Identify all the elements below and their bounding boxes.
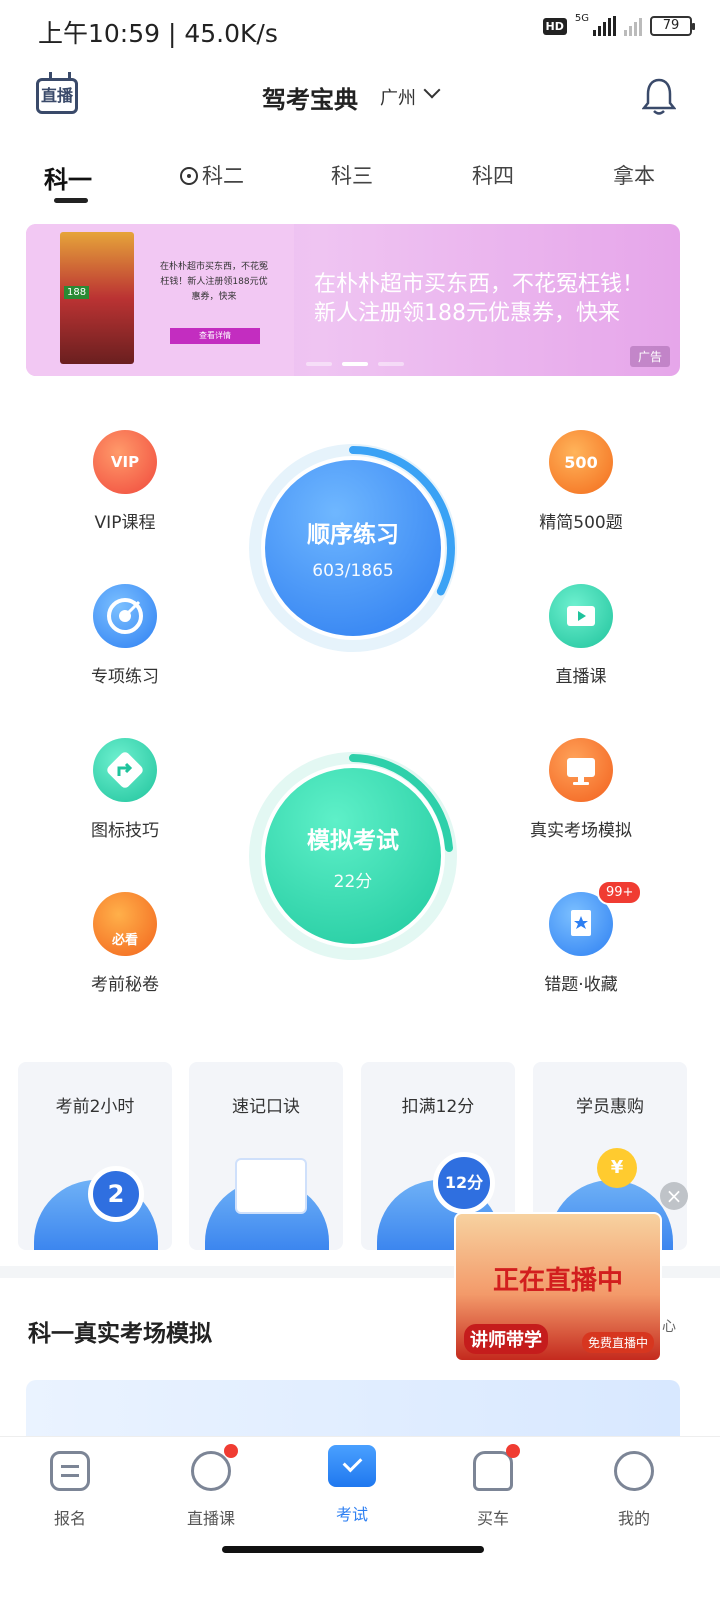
status-bar: 上午10:59 | 45.0K/s HD 5G 79 bbox=[0, 0, 720, 64]
banner-mini-button: 查看详情 bbox=[170, 328, 260, 344]
live-tv-icon[interactable]: 直播 bbox=[36, 78, 78, 114]
tab-indicator bbox=[54, 198, 88, 203]
nav-live-class[interactable]: 直播课 bbox=[161, 1444, 261, 1529]
tv-icon bbox=[191, 1444, 238, 1491]
tab-ke2[interactable]: 科二 bbox=[180, 160, 244, 190]
500-questions-icon: 500 bbox=[549, 430, 613, 494]
close-icon[interactable]: × bbox=[660, 1182, 688, 1210]
status-time: 上午10:59 | 45.0K/s bbox=[38, 19, 278, 48]
floating-live-widget[interactable]: 正在直播中 讲师带学 免费直播中 bbox=[454, 1212, 662, 1362]
nav-mine[interactable]: 我的 bbox=[584, 1451, 684, 1529]
exam-folder-icon bbox=[328, 1445, 376, 1487]
wrong-count-badge: 99+ bbox=[597, 880, 643, 905]
special-practice[interactable]: 专项练习 bbox=[55, 584, 195, 687]
sign-tips[interactable]: 图标技巧 bbox=[55, 738, 195, 841]
steering-wheel-icon bbox=[180, 167, 198, 185]
city-selector[interactable]: 广州 bbox=[380, 84, 416, 110]
vip-course[interactable]: VIP VIP课程 bbox=[55, 430, 195, 533]
app-header: 直播 驾考宝典 广州 bbox=[0, 70, 720, 126]
star-bookmark-icon: 99+ bbox=[549, 880, 643, 956]
tab-ke4[interactable]: 科四 bbox=[472, 160, 514, 190]
food-image: 188 bbox=[60, 232, 134, 364]
mock-exam-button[interactable]: 模拟考试 22分 bbox=[265, 768, 441, 944]
section-title: 科一真实考场模拟 bbox=[28, 1321, 212, 1347]
car-icon bbox=[473, 1444, 520, 1491]
form-icon bbox=[50, 1451, 90, 1491]
monitor-icon bbox=[549, 738, 613, 802]
hd-icon: HD bbox=[542, 17, 567, 35]
bottom-nav: 报名 直播课 考试 买车 我的 bbox=[0, 1436, 720, 1600]
signal-icon bbox=[593, 16, 616, 36]
ad-label: 广告 bbox=[629, 346, 670, 367]
banner-mini-text: 在朴朴超市买东西，不花冤枉钱！新人注册领188元优惠券，快来 bbox=[159, 262, 268, 302]
nav-buy-car[interactable]: 买车 bbox=[443, 1444, 543, 1529]
road-sign-icon bbox=[93, 738, 157, 802]
wrong-favorites[interactable]: 99+ 错题·收藏 bbox=[511, 880, 651, 995]
banner-preview: 188 在朴朴超市买东西，不花冤枉钱！新人注册领188元优惠券，快来 查看详情 bbox=[26, 224, 294, 376]
tab-ke3[interactable]: 科三 bbox=[331, 160, 373, 190]
nav-car-dot bbox=[506, 1444, 520, 1458]
clipboard-icon: 必看 bbox=[93, 892, 157, 956]
section-more-link[interactable]: 心 bbox=[662, 1316, 676, 1336]
simple-500[interactable]: 500 精简500题 bbox=[511, 430, 651, 533]
card-mnemonics[interactable]: 速记口诀 bbox=[189, 1062, 343, 1250]
signal-2-icon bbox=[624, 16, 642, 36]
nav-live-dot bbox=[224, 1444, 238, 1458]
stopwatch-icon: 2 bbox=[88, 1166, 144, 1222]
live-class[interactable]: 直播课 bbox=[511, 584, 651, 687]
nav-signup[interactable]: 报名 bbox=[20, 1451, 120, 1529]
sequential-practice-button[interactable]: 顺序练习 603/1865 bbox=[265, 460, 441, 636]
card-2-hours[interactable]: 考前2小时 2 bbox=[18, 1062, 172, 1250]
network-type: 5G bbox=[574, 12, 589, 24]
app-title: 驾考宝典 bbox=[262, 86, 358, 114]
banner-text: 在朴朴超市买东西，不花冤枉钱！ 新人注册领188元优惠券，快来 bbox=[314, 272, 645, 326]
yuan-coin-icon: ¥ bbox=[597, 1148, 637, 1188]
home-indicator bbox=[222, 1546, 484, 1553]
pre-exam-paper[interactable]: 必看 考前秘卷 bbox=[55, 892, 195, 995]
target-icon bbox=[93, 584, 157, 648]
tab-license[interactable]: 拿本 bbox=[613, 160, 655, 190]
vip-medal-icon: VIP bbox=[93, 430, 157, 494]
ad-banner[interactable]: 188 在朴朴超市买东西，不花冤枉钱！新人注册领188元优惠券，快来 查看详情 … bbox=[26, 224, 680, 376]
bell-icon[interactable] bbox=[642, 76, 676, 116]
tab-ke1[interactable]: 科一 bbox=[44, 160, 92, 195]
battery-icon: 79 bbox=[650, 16, 695, 36]
nav-exam[interactable]: 考试 bbox=[302, 1445, 402, 1525]
document-icon bbox=[237, 1160, 305, 1212]
points-icon: 12分 bbox=[433, 1152, 495, 1214]
smile-icon bbox=[614, 1451, 654, 1491]
real-exam-sim[interactable]: 真实考场模拟 bbox=[511, 738, 651, 841]
video-icon bbox=[549, 584, 613, 648]
subject-tabs: 科一 科二 科三 科四 拿本 bbox=[0, 150, 720, 210]
status-icons: HD 5G 79 bbox=[542, 12, 695, 36]
chevron-down-icon[interactable] bbox=[423, 81, 441, 99]
banner-pagination bbox=[306, 362, 404, 366]
